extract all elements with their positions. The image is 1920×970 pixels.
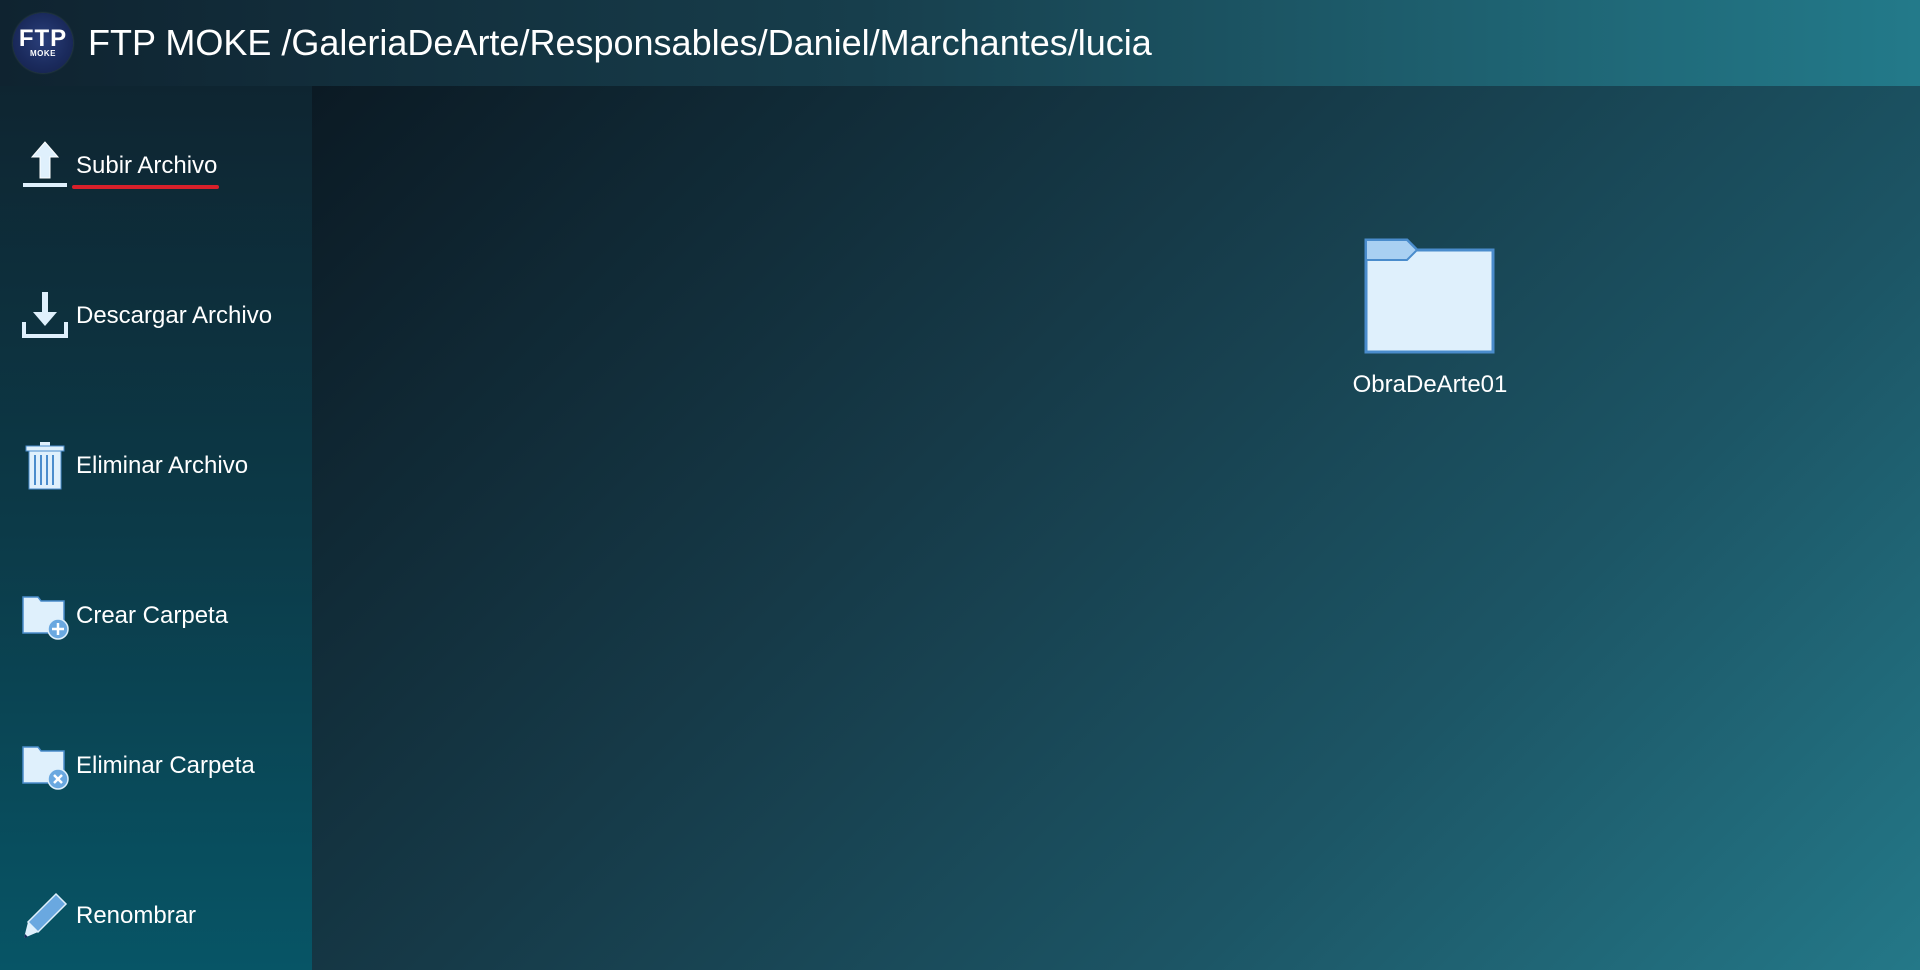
folder-name: ObraDeArte01 bbox=[1352, 371, 1508, 398]
sidebar-item-delete-file[interactable]: Eliminar Archivo bbox=[20, 438, 248, 494]
sidebar-item-upload-file[interactable]: Subir Archivo bbox=[20, 138, 220, 194]
ftp-moke-logo: FTP MOKE bbox=[13, 13, 73, 73]
logo-subtext: MOKE bbox=[30, 49, 56, 58]
sidebar-item-label: Subir Archivo bbox=[71, 152, 220, 189]
download-icon bbox=[20, 290, 70, 342]
pencil-icon bbox=[20, 890, 70, 942]
file-browser-area: ObraDeArte01 bbox=[312, 86, 1920, 970]
sidebar-item-label: Descargar Archivo bbox=[76, 302, 273, 329]
sidebar-item-label: Renombrar bbox=[76, 902, 197, 929]
folder-delete-icon bbox=[20, 740, 70, 792]
upload-icon bbox=[20, 140, 70, 192]
folder-item[interactable]: ObraDeArte01 bbox=[1340, 236, 1520, 399]
current-path-title: FTP MOKE /GaleriaDeArte/Responsables/Dan… bbox=[88, 22, 1152, 63]
folder-icon bbox=[1363, 236, 1497, 359]
sidebar-item-create-folder[interactable]: Crear Carpeta bbox=[20, 588, 228, 644]
sidebar-item-label: Eliminar Archivo bbox=[76, 452, 249, 479]
sidebar-item-delete-folder[interactable]: Eliminar Carpeta bbox=[20, 738, 255, 794]
sidebar-item-rename[interactable]: Renombrar bbox=[20, 888, 196, 944]
sidebar-item-label: Eliminar Carpeta bbox=[76, 752, 255, 779]
trash-icon bbox=[20, 440, 70, 492]
folder-add-icon bbox=[20, 590, 70, 642]
sidebar: Subir Archivo Descargar Archivo Eliminar bbox=[0, 86, 312, 970]
sidebar-item-label: Crear Carpeta bbox=[76, 602, 229, 629]
logo-text: FTP bbox=[18, 25, 68, 52]
app-header: FTP MOKE FTP MOKE /GaleriaDeArte/Respons… bbox=[0, 0, 1920, 86]
sidebar-item-download-file[interactable]: Descargar Archivo bbox=[20, 288, 272, 344]
